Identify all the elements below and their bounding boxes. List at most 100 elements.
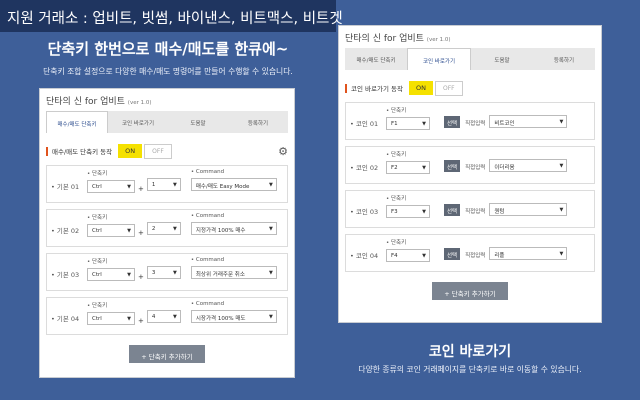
- command-header: • Command: [190, 169, 225, 175]
- tab-coin-shortcut[interactable]: 코인 바로가기: [108, 111, 168, 133]
- supported-exchanges-banner: 지원 거래소 : 업비트, 빗썸, 바이낸스, 비트맥스, 비트겟: [0, 0, 343, 32]
- shortcut-header: • 단축키: [87, 303, 108, 309]
- shortcut-group: • 단축키 Ctrl ▼: [87, 166, 135, 202]
- shortcut-row: • 기본 03 • 단축키 Ctrl ▼ + 3 ▼ • Command 최상위 거…: [46, 253, 288, 291]
- key-header: [147, 301, 181, 307]
- chevron-down-icon: ▼: [422, 165, 426, 171]
- modifier-value: Ctrl: [92, 272, 102, 278]
- command-group: • Command 최상위 거래주문 취소 ▼: [190, 254, 277, 290]
- direct-input-label: 직접입력: [465, 121, 486, 127]
- plus-sign: +: [138, 229, 144, 237]
- row-name: • 코인 04: [350, 252, 379, 260]
- shortcut-group: • 단축키 F1 ▼: [386, 103, 430, 139]
- key-header: [147, 169, 181, 175]
- coin-select[interactable]: 리플 ▼: [489, 247, 568, 260]
- chevron-down-icon: ▼: [269, 226, 273, 232]
- command-select[interactable]: 최상위 거래주문 취소 ▼: [190, 266, 277, 279]
- add-shortcut-button[interactable]: + 단축키 추가하기: [432, 282, 508, 300]
- row-name: • 기본 04: [51, 315, 80, 323]
- coin-row: • 코인 03 • 단축키 F3 ▼ 선택 직접입력 퀀텀 ▼: [345, 190, 595, 228]
- add-shortcut-button[interactable]: + 단축키 추가하기: [129, 345, 205, 363]
- coin-value: 비트코인: [494, 121, 515, 127]
- key-header: [147, 213, 181, 219]
- direct-input-label: 직접입력: [465, 165, 486, 171]
- pick-button[interactable]: 선택: [444, 116, 461, 128]
- pick-button[interactable]: 선택: [444, 204, 461, 216]
- pick-button[interactable]: 선택: [444, 248, 461, 260]
- key-select[interactable]: 2 ▼: [146, 222, 181, 235]
- key-value: F3: [391, 209, 398, 215]
- key-select[interactable]: F2 ▼: [386, 161, 430, 174]
- coin-select[interactable]: 이더리움 ▼: [489, 159, 568, 172]
- command-value: 최상위 거래주문 취소: [195, 272, 245, 278]
- coin-row: • 코인 01 • 단축키 F1 ▼ 선택 직접입력 비트코인 ▼: [345, 102, 595, 140]
- chevron-down-icon: ▼: [269, 270, 273, 276]
- tab-coin-shortcut[interactable]: 코인 바로가기: [407, 48, 471, 70]
- key-select[interactable]: 4 ▼: [146, 310, 181, 323]
- key-value: F1: [391, 121, 398, 127]
- key-select[interactable]: F4 ▼: [386, 249, 430, 262]
- chevron-down-icon: ▼: [173, 226, 177, 232]
- chevron-down-icon: ▼: [173, 182, 177, 188]
- key-value: 1: [151, 182, 156, 188]
- command-select[interactable]: 시장가격 100% 매도 ▼: [190, 310, 277, 323]
- on-button[interactable]: ON: [118, 144, 143, 158]
- chevron-down-icon: ▼: [559, 251, 564, 257]
- coin-value: 리플: [494, 253, 505, 259]
- key-select[interactable]: 3 ▼: [146, 266, 181, 279]
- buy-sell-panel: 단타의 신 for 업비트 (ver 1.0) 매수/매도 단축키 코인 바로가…: [39, 88, 295, 378]
- modifier-select[interactable]: Ctrl ▼: [87, 180, 135, 193]
- shortcut-row: • 기본 04 • 단축키 Ctrl ▼ + 4 ▼ • Command 시장가격 …: [46, 297, 288, 335]
- shortcut-header: • 단축키: [87, 215, 108, 221]
- key-select[interactable]: 1 ▼: [146, 178, 181, 191]
- tab-help[interactable]: 도움말: [471, 48, 533, 70]
- command-header: • Command: [190, 213, 225, 219]
- tab-buy-sell[interactable]: 매수/매도 단축키: [46, 111, 108, 133]
- command-select[interactable]: 지정가격 100% 매수 ▼: [190, 222, 277, 235]
- tab-help[interactable]: 도움말: [168, 111, 228, 133]
- off-button[interactable]: OFF: [144, 143, 172, 159]
- coin-shortcut-desc: 다양한 종류의 코인 거래페이지를 단축키로 바로 이동할 수 있습니다.: [358, 365, 582, 374]
- subline: 단축키 조합 설정으로 다양한 매수/매도 명령어를 만들어 수행할 수 있습니…: [43, 67, 293, 76]
- command-select[interactable]: 매수/매도 Easy Mode ▼: [190, 178, 277, 191]
- key-select[interactable]: F1 ▼: [386, 117, 430, 130]
- gear-icon[interactable]: ⚙: [278, 145, 288, 158]
- tab-register[interactable]: 등록하기: [228, 111, 288, 133]
- command-header: • Command: [190, 301, 225, 307]
- row-name: • 코인 01: [350, 120, 379, 128]
- plus-sign: +: [138, 273, 144, 281]
- modifier-select[interactable]: Ctrl ▼: [87, 312, 135, 325]
- off-button[interactable]: OFF: [434, 80, 463, 96]
- on-button[interactable]: ON: [408, 81, 433, 95]
- plus-sign: +: [138, 317, 144, 325]
- key-value: F4: [391, 253, 398, 259]
- tab-bar: 매수/매도 단축키 코인 바로가기 도움말 등록하기: [345, 48, 595, 70]
- toggle-label: 매수/매도 단축키 동작: [52, 148, 113, 156]
- command-value: 지정가격 100% 매수: [195, 228, 246, 234]
- tab-register[interactable]: 등록하기: [533, 48, 595, 70]
- coin-row: • 코인 04 • 단축키 F4 ▼ 선택 직접입력 리플 ▼: [345, 234, 595, 272]
- key-group: 2 ▼: [146, 210, 181, 246]
- command-value: 매수/매도 Easy Mode: [195, 184, 250, 190]
- coin-select[interactable]: 퀀텀 ▼: [489, 203, 568, 216]
- tab-buy-sell[interactable]: 매수/매도 단축키: [345, 48, 407, 70]
- coin-shortcut-panel: 단타의 신 for 업비트 (ver 1.0) 매수/매도 단축키 코인 바로가…: [338, 25, 602, 323]
- command-header: • Command: [190, 257, 225, 263]
- shortcut-group: • 단축키 Ctrl ▼: [87, 298, 135, 334]
- key-header: [147, 257, 181, 263]
- chevron-down-icon: ▼: [173, 270, 177, 276]
- modifier-select[interactable]: Ctrl ▼: [87, 224, 135, 237]
- coin-value: 이더리움: [494, 165, 515, 171]
- key-select[interactable]: F3 ▼: [386, 205, 430, 218]
- key-value: 4: [151, 314, 156, 320]
- shortcut-group: • 단축키 F3 ▼: [386, 191, 430, 227]
- pick-button[interactable]: 선택: [444, 160, 461, 172]
- panel-title-text: 단타의 신 for 업비트: [46, 97, 125, 107]
- coin-select[interactable]: 비트코인 ▼: [489, 115, 568, 128]
- modifier-select[interactable]: Ctrl ▼: [87, 268, 135, 281]
- modifier-value: Ctrl: [92, 228, 102, 234]
- panel-title-text: 단타의 신 for 업비트: [345, 34, 424, 44]
- chevron-down-icon: ▼: [559, 119, 564, 125]
- chevron-down-icon: ▼: [127, 184, 131, 190]
- panel-title: 단타의 신 for 업비트 (ver 1.0): [40, 89, 294, 111]
